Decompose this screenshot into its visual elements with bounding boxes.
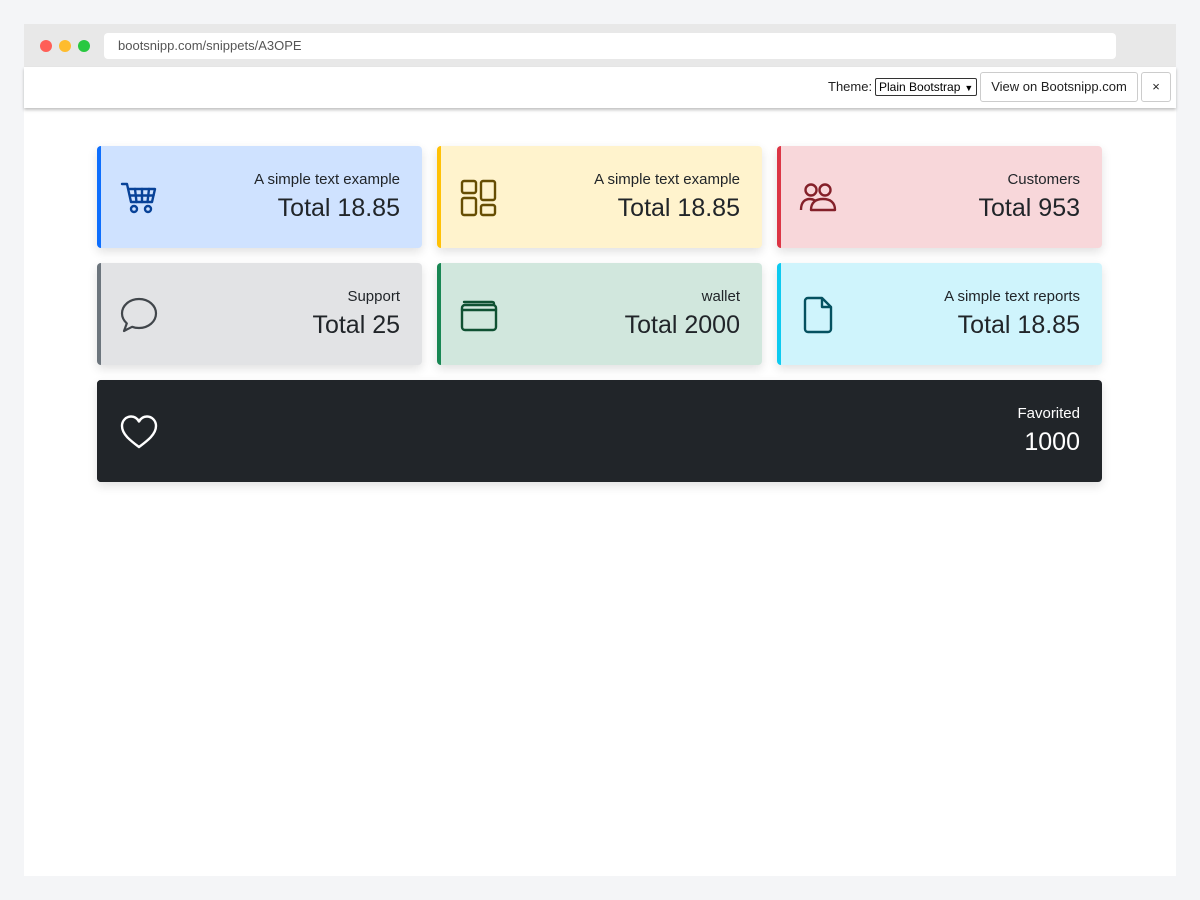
browser-window: bootsnipp.com/snippets/A3OPE Theme: Plai…: [24, 24, 1176, 876]
chevron-down-icon: ▼: [964, 83, 974, 93]
card-value: Total 2000: [624, 311, 740, 339]
card-accent-bar: [97, 146, 101, 248]
card-label: wallet: [701, 288, 740, 305]
theme-label: Theme:: [828, 79, 873, 94]
view-on-bootsnipp-button[interactable]: View on Bootsnipp.com: [980, 72, 1138, 102]
card-value: Total 25: [312, 311, 400, 339]
close-button[interactable]: ×: [1141, 72, 1171, 102]
theme-select[interactable]: Plain Bootstrap ▼: [875, 78, 978, 96]
card-label: A simple text example: [594, 171, 740, 188]
stat-card-support: Support Total 25: [97, 263, 422, 365]
maximize-window-button[interactable]: [78, 40, 90, 52]
file-icon: [799, 295, 839, 335]
close-window-button[interactable]: [40, 40, 52, 52]
card-label: Customers: [1007, 171, 1080, 188]
cart-icon: [119, 178, 159, 218]
card-value: Total 953: [978, 194, 1080, 222]
chat-icon: [119, 295, 159, 335]
theme-select-value: Plain Bootstrap: [879, 80, 961, 94]
card-value: Total 18.85: [277, 194, 400, 222]
dashboard-icon: [459, 178, 499, 218]
wallet-icon: [459, 295, 499, 335]
address-bar[interactable]: bootsnipp.com/snippets/A3OPE: [104, 33, 1116, 59]
minimize-window-button[interactable]: [59, 40, 71, 52]
card-accent-bar: [97, 380, 101, 482]
heart-icon: [119, 412, 159, 452]
stat-card-dashboard: A simple text example Total 18.85: [437, 146, 762, 248]
stat-card-cart: A simple text example Total 18.85: [97, 146, 422, 248]
stat-card-favorited: Favorited 1000: [97, 380, 1102, 482]
people-icon: [799, 178, 839, 218]
card-value: Total 18.85: [617, 194, 740, 222]
card-value: 1000: [1024, 428, 1080, 456]
stat-card-wallet: wallet Total 2000: [437, 263, 762, 365]
card-accent-bar: [437, 146, 441, 248]
browser-chrome: bootsnipp.com/snippets/A3OPE: [24, 24, 1176, 67]
card-label: A simple text example: [254, 171, 400, 188]
card-label: Favorited: [1017, 405, 1080, 422]
stat-card-reports: A simple text reports Total 18.85: [777, 263, 1102, 365]
card-accent-bar: [777, 146, 781, 248]
card-label: Support: [347, 288, 400, 305]
stat-card-customers: Customers Total 953: [777, 146, 1102, 248]
card-accent-bar: [777, 263, 781, 365]
card-label: A simple text reports: [944, 288, 1080, 305]
card-accent-bar: [437, 263, 441, 365]
card-value: Total 18.85: [957, 311, 1080, 339]
card-accent-bar: [97, 263, 101, 365]
snippet-toolbar: Theme: Plain Bootstrap ▼ View on Bootsnip…: [24, 67, 1176, 108]
